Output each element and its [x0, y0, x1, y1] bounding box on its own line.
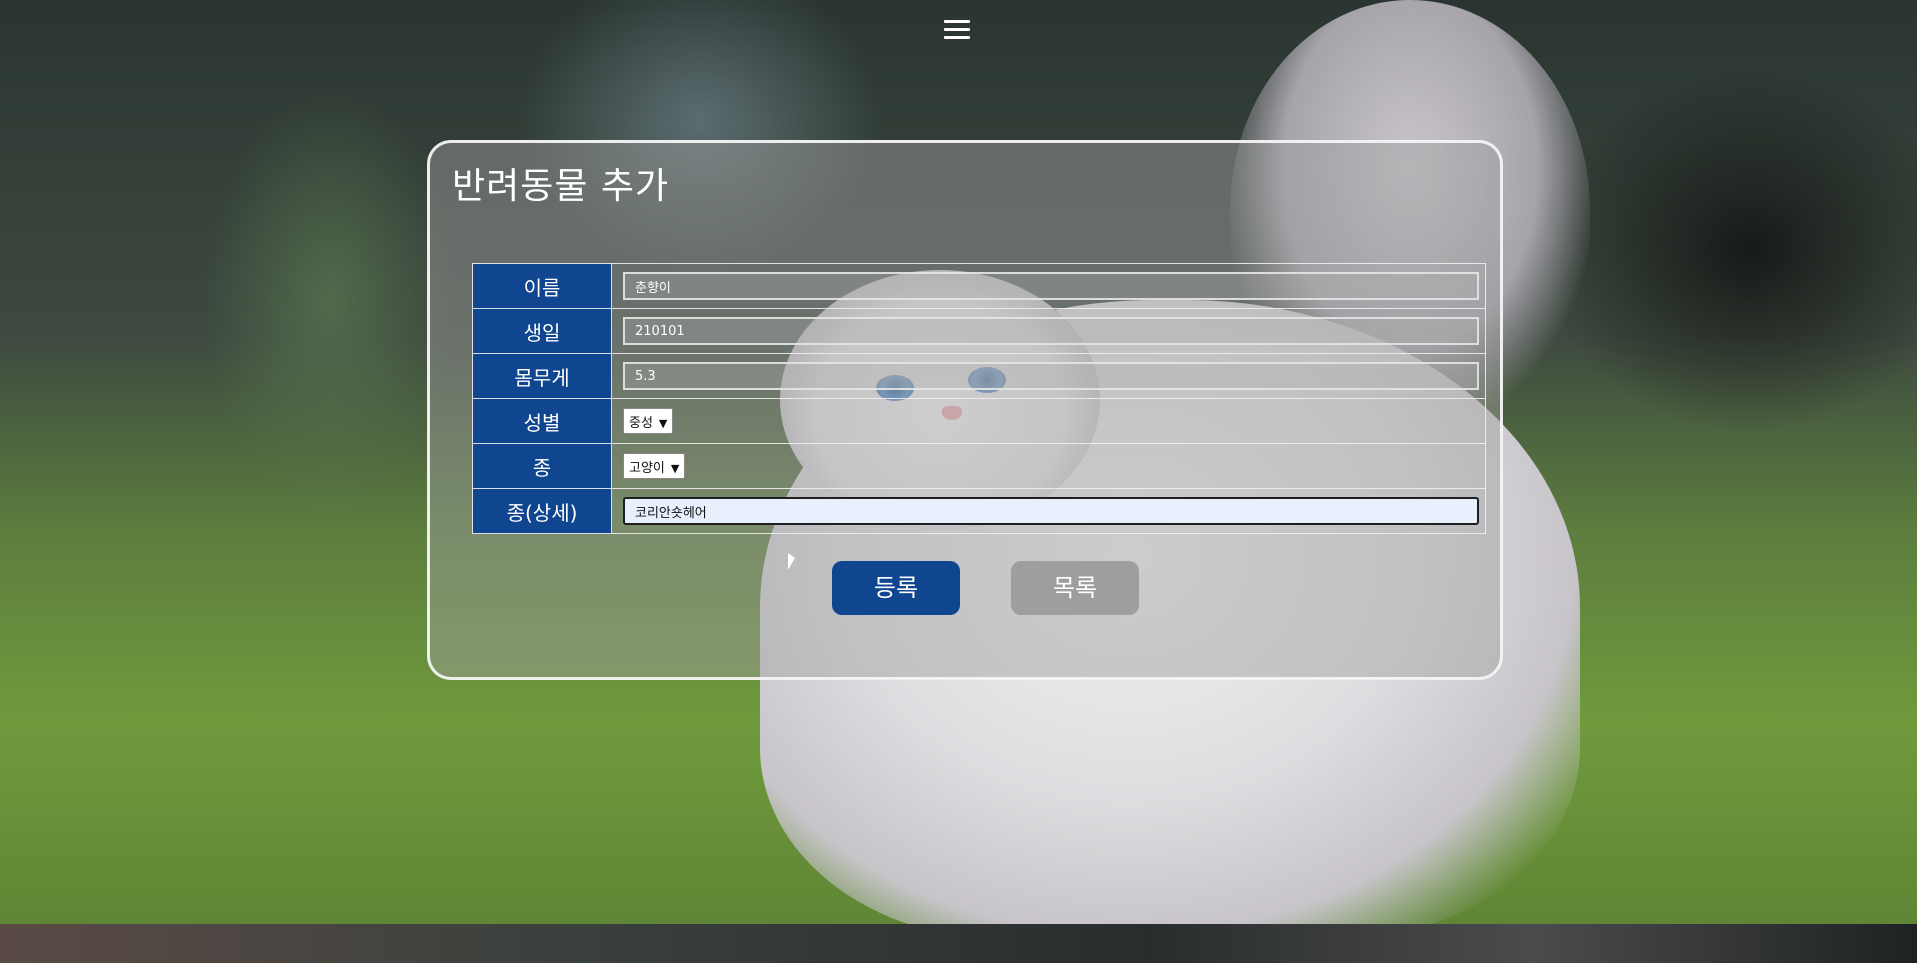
weight-input[interactable] — [623, 362, 1479, 390]
mouse-cursor-icon — [788, 553, 795, 570]
form-row-species: 종 고양이 ▼ — [472, 443, 1486, 489]
birthday-label: 생일 — [472, 308, 612, 354]
page-title: 반려동물 추가 — [452, 166, 670, 207]
species-label: 종 — [472, 443, 612, 489]
gender-select-value: 중성 — [629, 416, 653, 431]
species-select-value: 고양이 — [629, 461, 665, 476]
breed-input[interactable] — [623, 497, 1479, 525]
form-row-gender: 성별 중성 ▼ — [472, 398, 1486, 444]
birthday-input[interactable] — [623, 317, 1479, 345]
chevron-down-icon: ▼ — [670, 462, 680, 475]
name-label: 이름 — [472, 263, 612, 309]
form-row-weight: 몸무게 — [472, 353, 1486, 399]
gender-label: 성별 — [472, 398, 612, 444]
list-button[interactable]: 목록 — [1011, 561, 1139, 615]
form-row-birthday: 생일 — [472, 308, 1486, 354]
chevron-down-icon: ▼ — [658, 417, 668, 430]
add-pet-panel: 반려동물 추가 이름 생일 몸무게 성별 중성 ▼ — [427, 140, 1503, 680]
bottom-band — [0, 924, 1917, 963]
name-input[interactable] — [623, 272, 1479, 300]
form-row-breed: 종(상세) — [472, 488, 1486, 534]
register-button[interactable]: 등록 — [832, 561, 960, 615]
pet-form-table: 이름 생일 몸무게 성별 중성 ▼ 종 — [472, 263, 1486, 534]
species-select[interactable]: 고양이 ▼ — [623, 453, 686, 479]
breed-label: 종(상세) — [472, 488, 612, 534]
form-row-name: 이름 — [472, 263, 1486, 309]
weight-label: 몸무게 — [472, 353, 612, 399]
hamburger-menu-icon[interactable] — [944, 20, 970, 42]
gender-select[interactable]: 중성 ▼ — [623, 408, 674, 434]
